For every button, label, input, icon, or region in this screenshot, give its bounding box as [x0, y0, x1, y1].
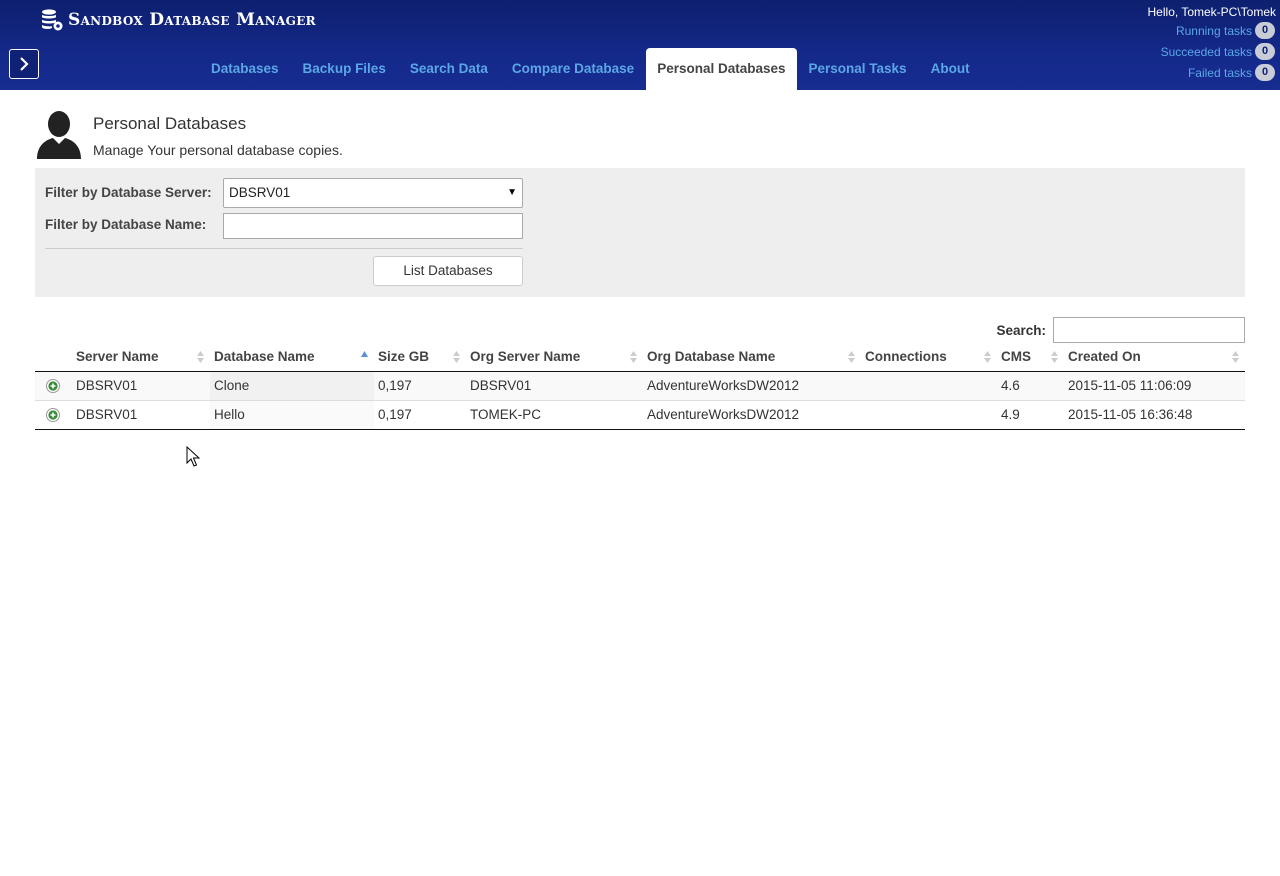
user-area: Hello, Tomek-PC\Tomek Running tasks 0 Su…: [1147, 4, 1276, 83]
cell-created-on: 2015-11-05 11:06:09: [1068, 378, 1192, 393]
user-greeting: Hello, Tomek-PC\Tomek: [1147, 5, 1276, 19]
table-search: Search:: [996, 317, 1245, 343]
column-header-org-database-name[interactable]: Org Database Name: [647, 343, 775, 371]
app-title: Sandbox Database Manager: [68, 10, 316, 30]
sort-both-icon: [453, 351, 460, 363]
table-row[interactable]: Hello DBSRV01 0,197 TOMEK-PC AdventureWo…: [35, 401, 1245, 430]
sort-both-icon: [197, 351, 204, 363]
table-row[interactable]: Clone DBSRV01 0,197 DBSRV01 AdventureWor…: [35, 372, 1245, 401]
tab-personal-databases[interactable]: Personal Databases: [646, 48, 797, 90]
filter-divider: [45, 248, 523, 249]
server-filter-value: DBSRV01: [229, 185, 291, 200]
server-filter-select[interactable]: DBSRV01 ▼: [223, 178, 523, 208]
running-tasks-badge: 0: [1255, 22, 1275, 39]
name-filter-input[interactable]: [223, 213, 523, 239]
cell-server-name: DBSRV01: [76, 407, 138, 422]
page-heading: Personal Databases Manage Your personal …: [35, 110, 343, 160]
column-header-size-gb[interactable]: Size GB: [378, 343, 429, 371]
cell-cms: 4.9: [1001, 407, 1020, 422]
succeeded-tasks-link[interactable]: Succeeded tasks: [1161, 45, 1252, 59]
tab-compare-database[interactable]: Compare Database: [500, 48, 646, 90]
top-header: Sandbox Database Manager Databases Backu…: [0, 0, 1280, 90]
mouse-pointer-icon: [186, 446, 200, 467]
tab-backup-files[interactable]: Backup Files: [291, 48, 398, 90]
failed-tasks-link[interactable]: Failed tasks: [1188, 66, 1252, 80]
table-header: Server Name Database Name Size GB Org Se…: [35, 343, 1245, 372]
column-header-server-name[interactable]: Server Name: [76, 343, 159, 371]
sort-ascending-icon: [361, 351, 368, 357]
chevron-right-icon: [20, 57, 29, 71]
user-icon: [37, 111, 81, 159]
column-header-created-on[interactable]: Created On: [1068, 343, 1141, 371]
succeeded-tasks[interactable]: Succeeded tasks 0: [1148, 41, 1275, 62]
sort-both-icon: [848, 351, 855, 363]
filter-panel: Filter by Database Server: DBSRV01 ▼ Fil…: [35, 168, 1245, 297]
failed-tasks[interactable]: Failed tasks 0: [1148, 62, 1275, 83]
succeeded-tasks-badge: 0: [1255, 43, 1275, 60]
cell-size-gb: 0,197: [378, 407, 412, 422]
failed-tasks-badge: 0: [1255, 64, 1275, 81]
running-tasks[interactable]: Running tasks 0: [1148, 20, 1275, 41]
column-header-database-name[interactable]: Database Name: [214, 343, 315, 371]
databases-table: Server Name Database Name Size GB Org Se…: [35, 343, 1245, 430]
tab-personal-tasks[interactable]: Personal Tasks: [797, 48, 919, 90]
search-label: Search:: [996, 322, 1046, 338]
column-header-connections[interactable]: Connections: [865, 343, 947, 371]
expand-row-icon[interactable]: [46, 408, 60, 422]
main-nav: Databases Backup Files Search Data Compa…: [199, 48, 982, 90]
name-filter-label: Filter by Database Name:: [45, 217, 207, 232]
cell-org-server-name: DBSRV01: [470, 378, 532, 393]
dropdown-arrow-icon: ▼: [507, 187, 517, 198]
sort-both-icon: [1232, 351, 1239, 363]
cell-org-database-name: AdventureWorksDW2012: [647, 378, 800, 393]
database-gear-icon: [42, 9, 63, 31]
sidebar-toggle-button[interactable]: [9, 49, 39, 79]
tab-about[interactable]: About: [919, 48, 982, 90]
running-tasks-link[interactable]: Running tasks: [1176, 24, 1252, 38]
tab-databases[interactable]: Databases: [199, 48, 291, 90]
page-subtitle: Manage Your personal database copies.: [93, 142, 343, 158]
expand-row-icon[interactable]: [46, 379, 60, 393]
brand[interactable]: Sandbox Database Manager: [40, 8, 316, 32]
search-input[interactable]: [1053, 317, 1245, 343]
page-title: Personal Databases: [93, 114, 247, 133]
list-databases-button[interactable]: List Databases: [373, 256, 523, 286]
cell-size-gb: 0,197: [378, 378, 412, 393]
cell-database-name: Clone: [210, 372, 374, 400]
cell-cms: 4.6: [1001, 378, 1020, 393]
cell-org-server-name: TOMEK-PC: [470, 407, 542, 422]
cell-org-database-name: AdventureWorksDW2012: [647, 407, 800, 422]
column-header-cms[interactable]: CMS: [1001, 343, 1031, 371]
sort-both-icon: [1051, 351, 1058, 363]
sort-both-icon: [984, 351, 991, 363]
cell-created-on: 2015-11-05 16:36:48: [1068, 407, 1193, 422]
cell-server-name: DBSRV01: [76, 378, 138, 393]
sort-both-icon: [630, 351, 637, 363]
server-filter-label: Filter by Database Server:: [45, 185, 212, 200]
tab-search-data[interactable]: Search Data: [398, 48, 500, 90]
cell-database-name: Hello: [210, 401, 374, 429]
column-header-org-server-name[interactable]: Org Server Name: [470, 343, 580, 371]
